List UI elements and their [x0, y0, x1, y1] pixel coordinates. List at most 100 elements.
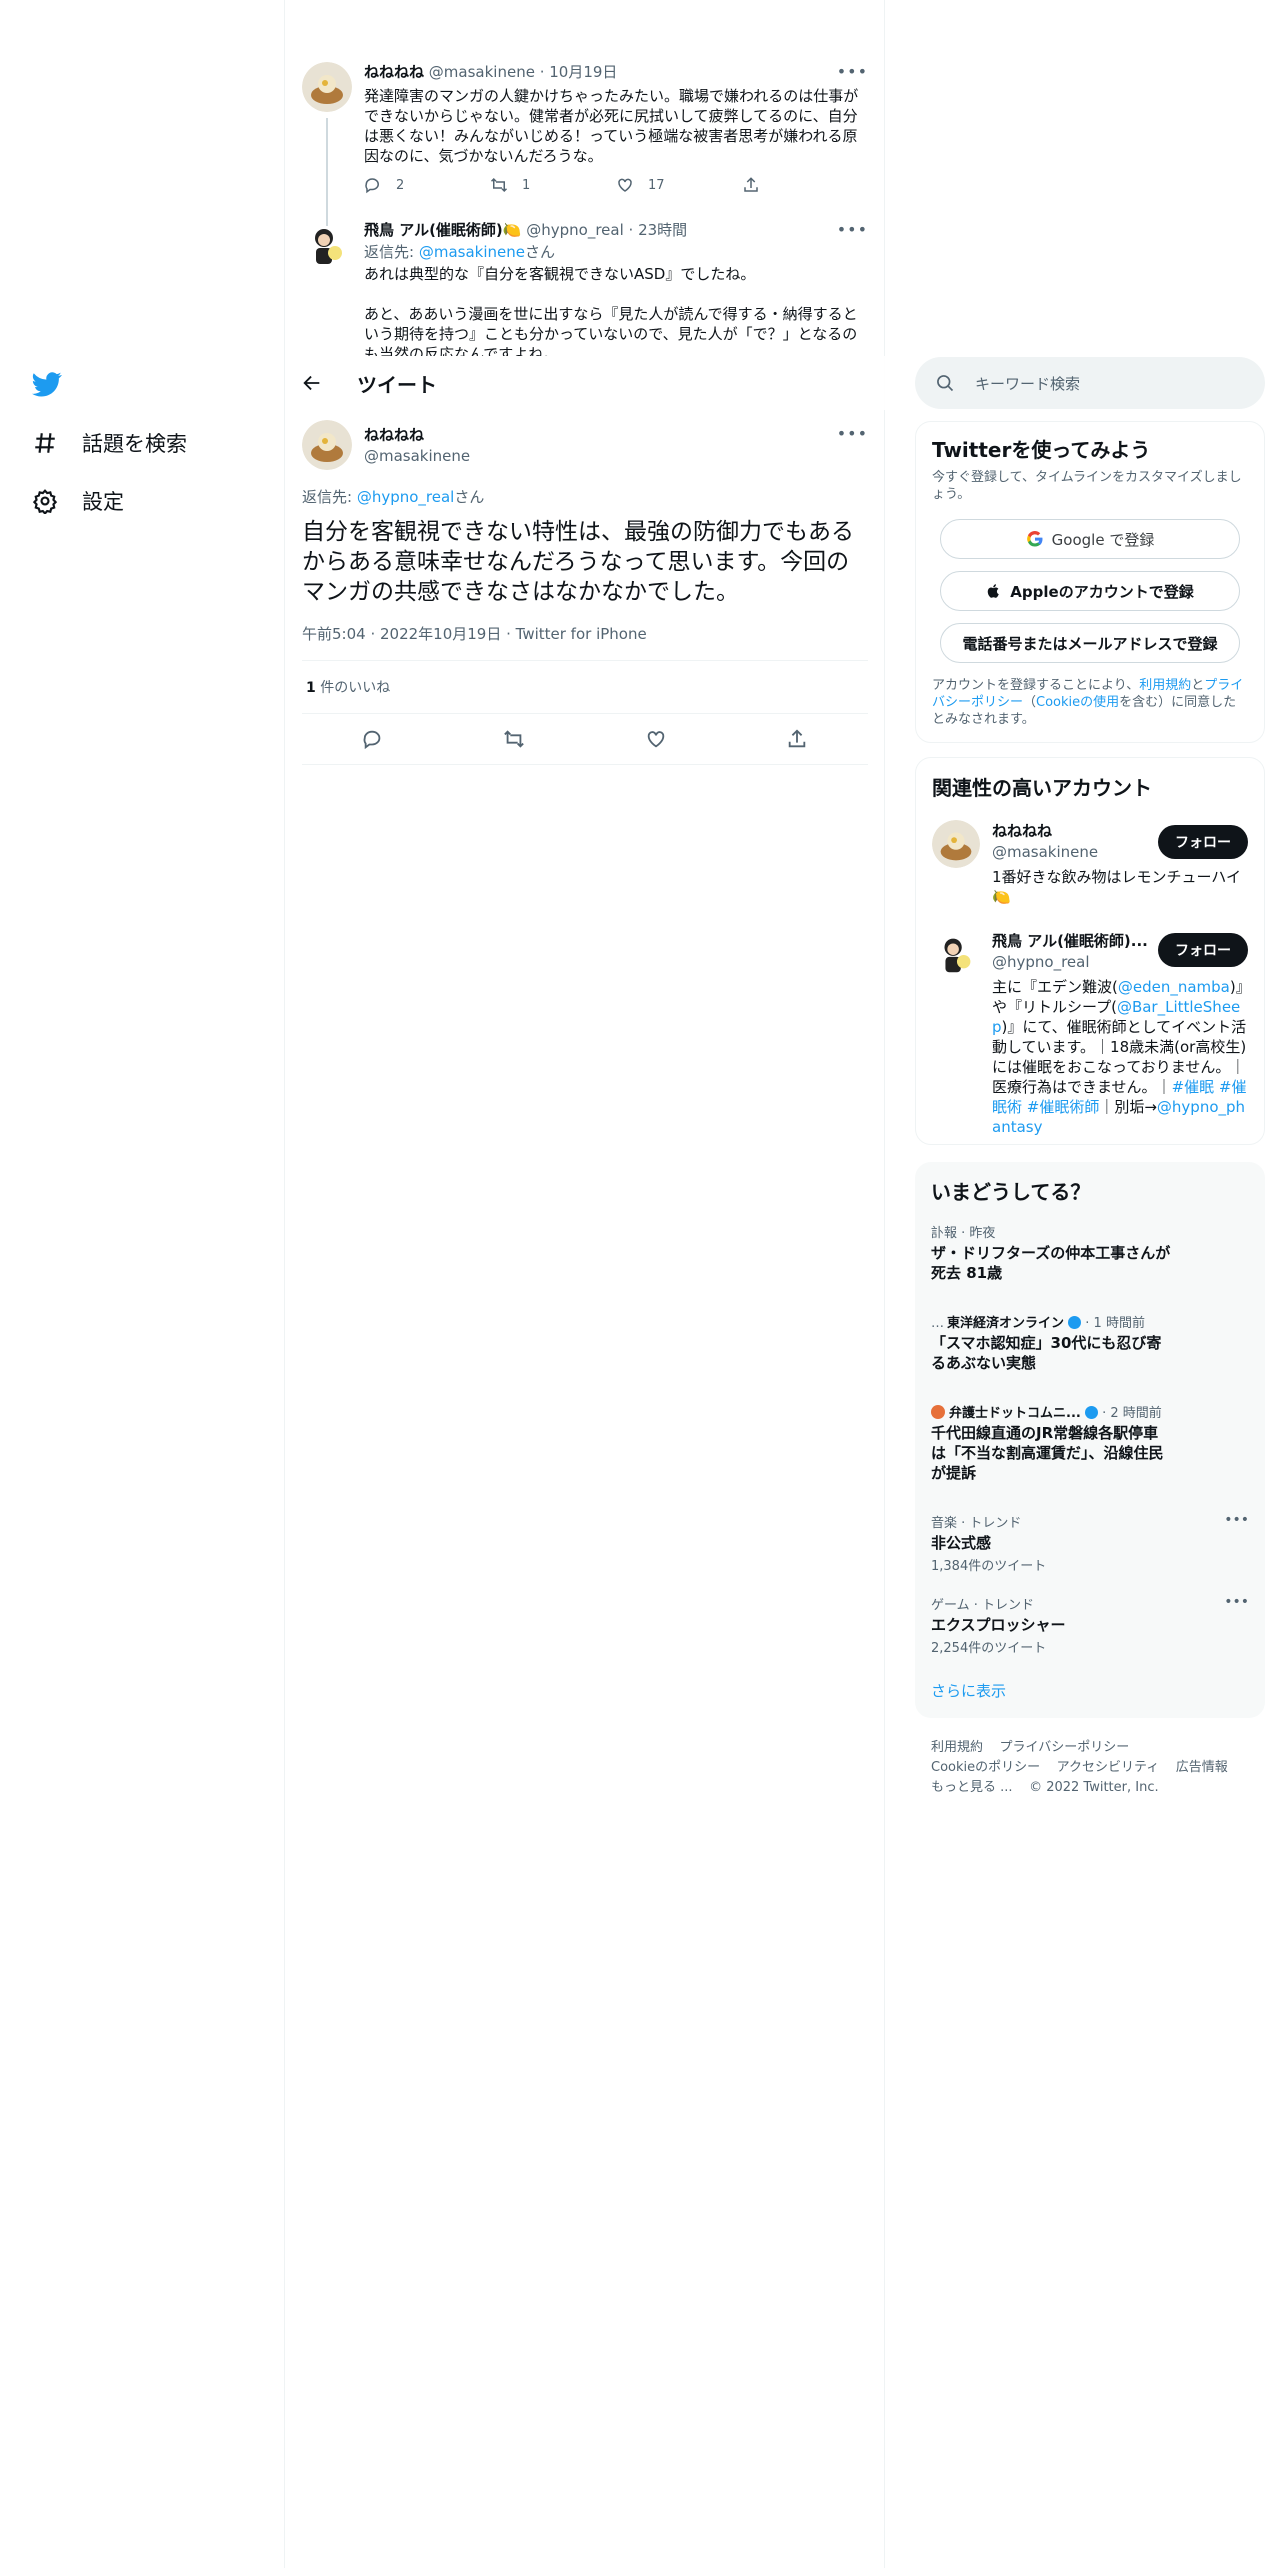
avatar[interactable] [932, 930, 980, 978]
author-handle[interactable]: @masakinene [364, 447, 470, 465]
author-name[interactable]: ねねねね [364, 63, 424, 81]
phone-signup-button[interactable]: 電話番号またはメールアドレスで登録 [940, 623, 1240, 663]
apple-signup-label: Appleのアカウントで登録 [1010, 582, 1194, 601]
bio-link[interactable]: @eden_namba [1118, 978, 1230, 996]
like-button[interactable]: 17 [616, 176, 742, 194]
footer: 利用規約 プライバシーポリシー Cookieのポリシー アクセシビリティ 広告情… [931, 1738, 1261, 1798]
more-icon[interactable]: ••• [837, 62, 868, 81]
hashtag-icon [32, 430, 58, 456]
verified-icon [1068, 1316, 1082, 1329]
like-count-row[interactable]: 1 件のいいね [302, 661, 868, 713]
avatar[interactable] [302, 220, 352, 270]
trend-item[interactable]: 音楽 · トレンド 非公式感 1,384件のツイート ••• [931, 1512, 1249, 1574]
tweet-text: 発達障害のマンガの人鍵かけちゃったみたい。職場で嫌われるのは仕事ができないからじ… [364, 87, 859, 165]
like-label: 件のいいね [315, 680, 391, 696]
phone-signup-label: 電話番号またはメールアドレスで登録 [962, 634, 1218, 653]
reply-to-link[interactable]: @masakinene [419, 243, 525, 261]
reply-icon [364, 176, 382, 194]
nav-settings-label: 設定 [82, 490, 124, 514]
like-count: 1 [306, 680, 316, 696]
reply-icon[interactable] [362, 728, 384, 750]
nav-settings[interactable]: 設定 [32, 486, 124, 516]
trends-title: いまどうしてる？ [931, 1180, 1091, 1204]
more-icon[interactable]: ••• [837, 424, 868, 443]
source-icon [931, 1405, 945, 1419]
tweet-time[interactable]: · 10月19日 [540, 63, 618, 81]
reply-button[interactable]: 2 [364, 176, 490, 194]
terms-link[interactable]: 利用規約 [1139, 678, 1191, 693]
heart-icon[interactable] [645, 728, 667, 750]
copyright: © 2022 Twitter, Inc. [1029, 1780, 1159, 1795]
footer-link[interactable]: アクセシビリティ [1057, 1760, 1160, 1775]
trend-item[interactable]: 訃報 · 昨夜 ザ・ドリフターズの仲本工事さんが死去 81歳 [931, 1222, 1249, 1283]
apple-icon [986, 582, 1002, 600]
google-signup-button[interactable]: Google で登録 [940, 519, 1240, 559]
follow-button[interactable]: フォロー [1158, 933, 1248, 967]
account-bio: 1番好きな飲み物はレモンチューハイ🍋 [992, 868, 1241, 906]
trend-name: 非公式感 [931, 1534, 992, 1552]
accounts-title: 関連性の高いアカウント [932, 776, 1152, 800]
trend-count: 1,384件のツイート [931, 1559, 1047, 1574]
reply-to-link[interactable]: @hypno_real [357, 488, 455, 506]
more-icon[interactable]: ••• [837, 220, 868, 239]
trend-source: 東洋経済オンライン [947, 1316, 1065, 1331]
show-more-link[interactable]: さらに表示 [931, 1680, 1249, 1701]
thread-tweet[interactable]: ねねねね @masakinene · 10月19日 ••• 発達障害のマンガの人… [302, 62, 868, 258]
trend-context: 音楽 · トレンド [931, 1516, 1022, 1531]
twitter-logo-icon[interactable] [32, 368, 62, 398]
source-icon: … [931, 1316, 944, 1331]
footer-link[interactable]: Cookieのポリシー [931, 1760, 1040, 1775]
retweet-count: 1 [522, 177, 531, 193]
search-placeholder: キーワード検索 [975, 374, 1081, 393]
page-title: ツイート [357, 372, 437, 397]
trend-time: · 2 時間前 [1097, 1406, 1162, 1421]
share-icon[interactable] [786, 728, 808, 750]
footer-link[interactable]: プライバシーポリシー [1000, 1740, 1130, 1755]
retweet-button[interactable]: 1 [490, 176, 616, 194]
signup-card: Twitterを使ってみよう 今すぐ登録して、タイムラインをカスタマイズしましょ… [915, 421, 1265, 743]
thread-tweet[interactable]: 飛鳥 アル(催眠術師)🍋 @hypno_real · 23時間 ••• 返信先:… [302, 220, 868, 356]
trend-context: ゲーム · トレンド [931, 1598, 1035, 1613]
tweet-meta[interactable]: 午前5:04 · 2022年10月19日 · Twitter for iPhon… [302, 623, 868, 644]
like-count: 17 [648, 177, 665, 193]
more-icon[interactable]: ••• [1224, 1512, 1249, 1528]
footer-link[interactable]: 広告情報 [1176, 1760, 1228, 1775]
share-button[interactable] [742, 176, 868, 194]
trend-item[interactable]: 弁護士ドットコムニ... · 2 時間前 千代田線直通のJR常磐線各駅停車は「不… [931, 1402, 1249, 1483]
heart-icon [616, 176, 634, 194]
relevant-accounts-card: 関連性の高いアカウント ねねねね @masakinene 1番好きな飲み物はレモ… [915, 757, 1265, 1145]
retweet-icon[interactable] [503, 728, 525, 750]
more-icon[interactable]: ••• [1224, 1594, 1249, 1610]
trend-name: 「スマホ認知症」30代にも忍び寄るあぶない実態 [931, 1334, 1162, 1372]
trend-name: エクスプロッシャー [931, 1616, 1066, 1634]
search-box[interactable]: キーワード検索 [915, 357, 1265, 409]
verified-icon [1084, 1406, 1098, 1419]
tweet-time[interactable]: · 23時間 [629, 221, 688, 239]
nav-explore-label: 話題を検索 [82, 432, 187, 456]
avatar[interactable] [302, 62, 352, 112]
author-name[interactable]: ねねねね [364, 424, 470, 445]
apple-signup-button[interactable]: Appleのアカウントで登録 [940, 571, 1240, 611]
nav-explore[interactable]: 話題を検索 [32, 428, 187, 458]
author-name[interactable]: 飛鳥 アル(催眠術師)🍋 [364, 221, 521, 239]
google-signup-label: Google で登録 [1051, 530, 1155, 549]
account-bio: 主に『エデン難波(@eden_namba)』や『リトルシープ(@Bar_Litt… [992, 978, 1247, 1136]
back-arrow-icon[interactable] [301, 372, 323, 394]
gear-icon [32, 488, 58, 514]
main-column: ねねねね @masakinene · 10月19日 ••• 発達障害のマンガの人… [285, 0, 885, 2568]
avatar[interactable] [302, 420, 352, 470]
author-handle[interactable]: @hypno_real [526, 221, 624, 239]
signup-subtitle: 今すぐ登録して、タイムラインをカスタマイズしましょう。 [932, 470, 1242, 502]
avatar[interactable] [932, 820, 980, 868]
footer-link[interactable]: もっと見る ... [931, 1780, 1013, 1795]
tweet-text: 自分を客観視できない特性は、最強の防御力でもあるからある意味幸せなんだろうなって… [302, 519, 854, 605]
thread-connector [326, 220, 328, 226]
follow-button[interactable]: フォロー [1158, 825, 1248, 859]
footer-link[interactable]: 利用規約 [931, 1740, 983, 1755]
trend-item[interactable]: ゲーム · トレンド エクスプロッシャー 2,254件のツイート ••• [931, 1594, 1249, 1656]
author-handle[interactable]: @masakinene [429, 63, 535, 81]
trend-time: · 1 時間前 [1081, 1316, 1145, 1331]
cookie-link[interactable]: Cookieの使用 [1036, 695, 1119, 710]
signup-legal: アカウントを登録することにより、利用規約とプライバシーポリシー（Cookieの使… [932, 678, 1244, 727]
trend-item[interactable]: … 東洋経済オンライン · 1 時間前 「スマホ認知症」30代にも忍び寄るあぶない… [931, 1312, 1249, 1373]
